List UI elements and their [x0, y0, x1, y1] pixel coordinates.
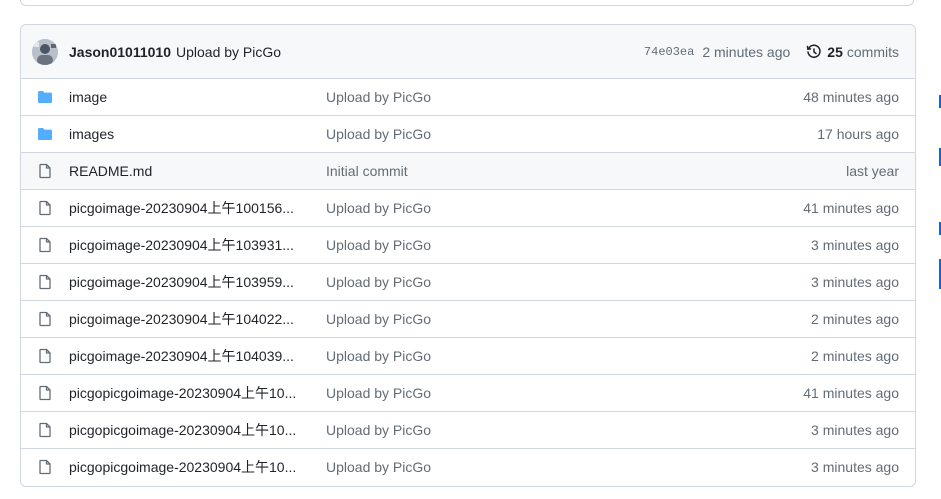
latest-commit-bar: Jason01011010 Upload by PicGo 74e03ea 2 … [21, 25, 915, 79]
commit-message-link[interactable]: Upload by PicGo [326, 200, 803, 216]
folder-icon [37, 126, 53, 142]
file-row[interactable]: picgoimage-20230904上午104022... Upload by … [21, 300, 915, 337]
commit-message-link[interactable]: Upload by PicGo [326, 274, 811, 290]
file-row[interactable]: picgopicgoimage-20230904上午10... Upload by… [21, 374, 915, 411]
commits-label: commits [846, 43, 899, 60]
commit-message-link[interactable]: Upload by PicGo [326, 89, 803, 105]
file-row[interactable]: picgoimage-20230904上午103959... Upload by … [21, 263, 915, 300]
file-name-link[interactable]: picgoimage-20230904上午100156... [69, 198, 310, 218]
file-name-link[interactable]: picgoimage-20230904上午103959... [69, 272, 310, 292]
file-row[interactable]: README.md Initial commit last year [21, 152, 915, 189]
file-name-link[interactable]: README.md [69, 163, 310, 179]
commit-message-link[interactable]: Upload by PicGo [326, 422, 811, 438]
commit-message-link[interactable]: Upload by PicGo [326, 348, 811, 364]
file-name-link[interactable]: picgopicgoimage-20230904上午10... [69, 420, 310, 440]
folder-row[interactable]: image Upload by PicGo 48 minutes ago [21, 79, 915, 115]
file-list: image Upload by PicGo 48 minutes ago images… [21, 79, 915, 485]
file-icon [37, 385, 53, 401]
commit-age: 3 minutes ago [811, 459, 899, 475]
commit-age: 3 minutes ago [811, 274, 899, 290]
file-name-link[interactable]: picgoimage-20230904上午104039... [69, 346, 310, 366]
commit-age: 41 minutes ago [803, 200, 899, 216]
commit-message-link[interactable]: Upload by PicGo [326, 385, 803, 401]
file-row[interactable]: picgoimage-20230904上午100156... Upload by … [21, 189, 915, 226]
file-name-link[interactable]: picgopicgoimage-20230904上午10... [69, 383, 310, 403]
commit-message-link[interactable]: Upload by PicGo [326, 311, 811, 327]
file-icon [37, 311, 53, 327]
file-row[interactable]: picgoimage-20230904上午103931... Upload by … [21, 226, 915, 263]
file-icon [37, 422, 53, 438]
commit-message-link[interactable]: Upload by PicGo [326, 126, 817, 142]
commit-author-link[interactable]: Jason01011010 [69, 44, 171, 60]
commit-sha-link[interactable]: 74e03ea [644, 45, 694, 59]
file-browser: Jason01011010 Upload by PicGo 74e03ea 2 … [20, 24, 916, 487]
avatar[interactable] [32, 38, 58, 65]
file-icon [37, 459, 53, 475]
file-row[interactable]: picgoimage-20230904上午104039... Upload by … [21, 337, 915, 374]
file-name-link[interactable]: images [69, 126, 310, 142]
file-name-link[interactable]: image [69, 89, 310, 105]
commits-count: 25 [827, 43, 843, 60]
file-icon [37, 163, 53, 179]
commits-history-link[interactable]: 25 commits [806, 44, 899, 60]
commit-message-link[interactable]: Upload by PicGo [176, 44, 281, 60]
file-name-link[interactable]: picgoimage-20230904上午104022... [69, 309, 310, 329]
file-name-link[interactable]: picgopicgoimage-20230904上午10... [69, 457, 310, 477]
commit-age: 41 minutes ago [803, 385, 899, 401]
commit-message-link[interactable]: Upload by PicGo [326, 237, 811, 253]
file-name-link[interactable]: picgoimage-20230904上午103931... [69, 235, 310, 255]
commit-message-link[interactable]: Upload by PicGo [326, 459, 811, 475]
commit-age: 3 minutes ago [811, 237, 899, 253]
file-row[interactable]: picgopicgoimage-20230904上午10... Upload by… [21, 411, 915, 448]
commit-age: last year [846, 163, 899, 179]
file-icon [37, 200, 53, 216]
commit-message-link[interactable]: Initial commit [326, 163, 846, 179]
folder-icon [37, 89, 53, 105]
file-icon [37, 274, 53, 290]
commit-age: 2 minutes ago [811, 348, 899, 364]
commit-age: 17 hours ago [817, 126, 899, 142]
history-icon [807, 44, 821, 58]
folder-row[interactable]: images Upload by PicGo 17 hours ago [21, 115, 915, 152]
commit-age: 48 minutes ago [803, 89, 899, 105]
previous-panel-edge [20, 0, 914, 6]
file-row[interactable]: picgopicgoimage-20230904上午10... Upload by… [21, 448, 915, 485]
file-icon [37, 348, 53, 364]
file-icon [37, 237, 53, 253]
commit-age: 3 minutes ago [811, 422, 899, 438]
commit-age: 2 minutes ago [702, 43, 791, 60]
commit-age: 2 minutes ago [811, 311, 899, 327]
